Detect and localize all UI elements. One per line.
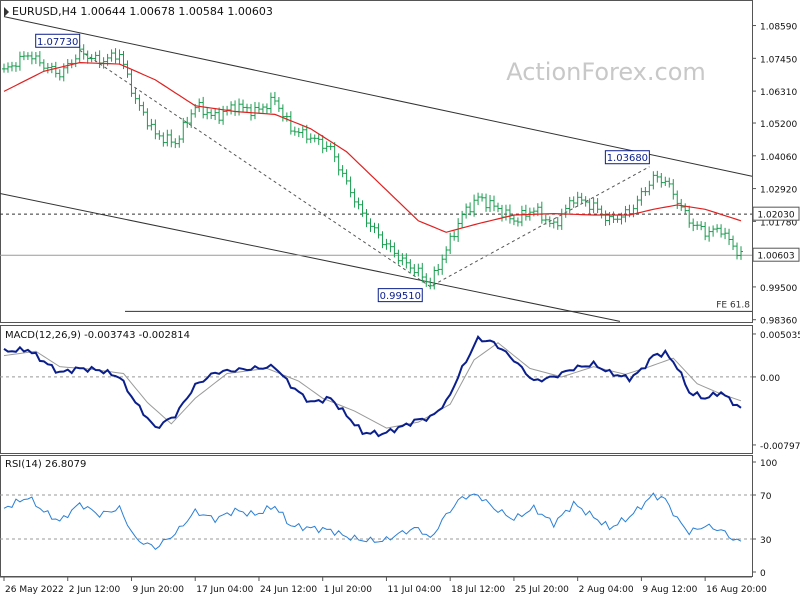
chart-root: ActionForex.com EURUSD,H4 1.00644 1.0067… bbox=[0, 0, 800, 600]
x-tick-label: 18 Jul 12:00 bbox=[451, 585, 505, 595]
rsi-panel-frame bbox=[0, 455, 753, 577]
macd-tick-label: -0.007973 bbox=[760, 442, 800, 452]
swing-label: 1.07730 bbox=[37, 37, 78, 48]
rsi-tick-label: 70 bbox=[760, 492, 772, 502]
x-tick-label: 2 Aug 04:00 bbox=[579, 585, 634, 595]
fe-label: FE 61.8 bbox=[716, 300, 750, 310]
x-tick-label: 9 Aug 12:00 bbox=[642, 585, 697, 595]
swing-label: 1.03680 bbox=[607, 153, 648, 164]
x-tick-label: 1 Jul 20:00 bbox=[324, 585, 373, 595]
price-tick-label: 1.07450 bbox=[760, 55, 797, 65]
price-tick-label: 0.99500 bbox=[760, 284, 797, 294]
x-tick-label: 17 Jun 04:00 bbox=[196, 585, 253, 595]
current-price-tag: 1.00603 bbox=[757, 252, 794, 262]
x-tick-label: 25 Jul 20:00 bbox=[515, 585, 569, 595]
swing-label: 0.99510 bbox=[380, 291, 421, 302]
x-tick-label: 9 Jun 20:00 bbox=[132, 585, 184, 595]
price-tick-label: 1.04060 bbox=[760, 153, 797, 163]
price-tick-label: 1.08590 bbox=[760, 23, 797, 33]
macd-tick-label: 0.00 bbox=[760, 374, 780, 384]
x-tick-label: 2 Jun 12:00 bbox=[69, 585, 121, 595]
price-tick-label: 1.05200 bbox=[760, 120, 797, 130]
price-tick-label: 1.02920 bbox=[760, 186, 797, 196]
price-tick-label: 1.06310 bbox=[760, 88, 797, 98]
watermark-text: ActionForex.com bbox=[506, 58, 706, 86]
rsi-tick-label: 100 bbox=[760, 459, 777, 469]
level-price-tag: 1.02030 bbox=[757, 211, 794, 221]
chart-svg: ActionForex.com EURUSD,H4 1.00644 1.0067… bbox=[0, 0, 800, 595]
x-tick-label: 26 May 2022 bbox=[5, 585, 64, 595]
symbol-info: EURUSD,H4 1.00644 1.00678 1.00584 1.0060… bbox=[12, 5, 273, 18]
price-tick-label: 0.98360 bbox=[760, 317, 797, 327]
macd-label: MACD(12,26,9) -0.003743 -0.002814 bbox=[5, 330, 190, 341]
x-tick-label: 11 Jul 04:00 bbox=[387, 585, 441, 595]
rsi-tick-label: 30 bbox=[760, 536, 772, 546]
x-tick-label: 24 Jun 12:00 bbox=[260, 585, 317, 595]
x-tick-label: 16 Aug 20:00 bbox=[706, 585, 767, 595]
rsi-tick-label: 0 bbox=[760, 569, 766, 579]
macd-tick-label: 0.005035 bbox=[760, 331, 800, 341]
rsi-label: RSI(14) 26.8079 bbox=[5, 459, 86, 470]
